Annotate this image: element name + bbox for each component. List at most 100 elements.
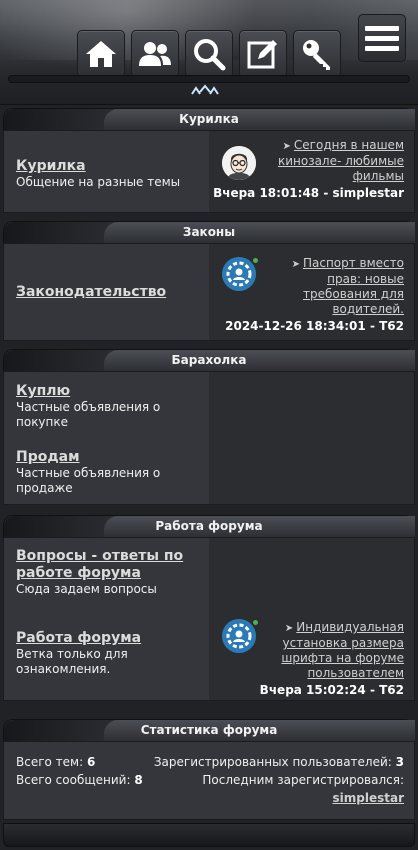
menu-bar: [365, 45, 399, 51]
category-body: Вопросы - ответы по работе форума Сюда з…: [3, 537, 415, 701]
stats-posts-label: Всего сообщений:: [16, 773, 131, 787]
system-avatar-icon: [222, 619, 256, 653]
search-icon: [194, 39, 226, 71]
forum-link[interactable]: Законодательство: [16, 284, 166, 301]
stats-users: Зарегистрированных пользователей: 3: [154, 755, 404, 769]
last-post-topic-link[interactable]: Индивидуальная установка размера шрифта …: [281, 620, 404, 680]
stats-posts: Всего сообщений: 8: [16, 773, 143, 787]
category-header[interactable]: Законы: [3, 221, 415, 243]
forum-description: Общение на разные темы: [16, 175, 181, 189]
forum-link[interactable]: Курилка: [16, 158, 180, 175]
category-title: Законы: [182, 225, 236, 239]
forum-item: Вопросы - ответы по работе форума Сюда з…: [16, 548, 206, 597]
category-title: Барахолка: [171, 353, 247, 367]
last-post-author[interactable]: T62: [379, 683, 404, 697]
forum-link[interactable]: Вопросы - ответы по работе форума: [16, 548, 206, 582]
home-button[interactable]: [77, 30, 125, 78]
category-zakony: Законы Законодательство ➤ Паспорт вместо …: [3, 221, 415, 341]
header-divider-bar: [8, 75, 410, 83]
category-body: Куплю Частные объявления о покупке Прода…: [3, 371, 415, 505]
last-post: ➤ Сегодня в нашем кинозале- любимые фильм…: [213, 138, 404, 201]
last-post-column: [209, 372, 414, 504]
forum-item: Курилка Общение на разные темы: [16, 158, 180, 190]
login-button[interactable]: [293, 30, 341, 78]
forum-description: Сюда задаем вопросы: [16, 582, 157, 596]
last-post-author[interactable]: simplestar: [333, 186, 405, 200]
last-post-topic-link[interactable]: Сегодня в нашем кинозале- любимые фильмы: [278, 138, 404, 183]
users-icon: [139, 42, 171, 66]
category-kurilka: Курилка Курилка Общение на разные темы ➤…: [3, 108, 415, 213]
menu-bar: [365, 35, 399, 41]
last-post-time: Вчера 15:02:24: [259, 683, 366, 697]
stats-title: Статистика форума: [140, 723, 278, 737]
collapse-header-toggle[interactable]: [190, 84, 220, 100]
avatar[interactable]: [222, 146, 256, 180]
forum-link[interactable]: Куплю: [16, 383, 201, 400]
site-header: [0, 0, 418, 105]
stats-header[interactable]: Статистика форума: [3, 719, 415, 741]
stats-users-value: 3: [395, 755, 404, 769]
separator: -: [365, 319, 380, 333]
arrow-right-icon: ➤: [282, 141, 291, 152]
last-post: ➤ Паспорт вместо прав: новые требования д…: [225, 256, 404, 334]
category-title: Курилка: [179, 112, 239, 126]
forum-link[interactable]: Продам: [16, 449, 201, 466]
avatar[interactable]: [222, 619, 256, 653]
forum-item: Законодательство: [16, 284, 166, 301]
stats-last-registered: Последним зарегистрировался:: [202, 773, 404, 787]
category-title: Работа форума: [155, 519, 263, 533]
forum-description: Частные объявления о покупке: [16, 400, 161, 429]
separator: -: [319, 186, 333, 200]
arrow-right-icon: ➤: [284, 623, 294, 634]
stats-users-label: Зарегистрированных пользователей:: [153, 755, 392, 769]
category-baraholka: Барахолка Куплю Частные объявления о пок…: [3, 349, 415, 505]
search-button[interactable]: [185, 30, 233, 78]
last-post-meta: Вчера 15:02:24 - T62: [234, 683, 404, 698]
stats-topics-value: 6: [86, 755, 96, 769]
category-header[interactable]: Курилка: [3, 108, 415, 130]
online-indicator: [252, 257, 259, 264]
collapse-icon: [191, 84, 219, 95]
category-body: Курилка Общение на разные темы ➤ Сегодня …: [3, 130, 415, 213]
footer-bar: [3, 823, 415, 847]
last-post-meta: 2024-12-26 18:34:01 - T62: [199, 319, 404, 334]
stats-topics-label: Всего тем:: [16, 755, 84, 769]
category-rabota-foruma: Работа форума Вопросы - ответы по работе…: [3, 515, 415, 701]
menu-bar: [365, 25, 399, 31]
last-post-time: 2024-12-26 18:34:01: [225, 319, 366, 333]
last-post-meta: Вчера 18:01:48 - simplestar: [194, 186, 404, 201]
edit-icon: [247, 40, 277, 69]
forum-item: Продам Частные объявления о продаже: [16, 449, 201, 496]
stats-posts-value: 8: [134, 773, 143, 787]
category-header[interactable]: Работа форума: [3, 515, 415, 537]
separator: -: [365, 683, 380, 697]
online-indicator: [252, 619, 259, 626]
last-post-author[interactable]: T62: [379, 319, 404, 333]
last-post: ➤ Индивидуальная установка размера шрифта…: [260, 620, 404, 698]
edit-button[interactable]: [239, 30, 287, 78]
category-header[interactable]: Барахолка: [3, 349, 415, 371]
forum-description: Ветка только для ознакомления.: [16, 647, 128, 676]
category-body: Законодательство ➤ Паспорт вместо прав: н…: [3, 243, 415, 341]
arrow-right-icon: ➤: [291, 259, 300, 270]
main-nav: [77, 30, 341, 78]
forum-description: Частные объявления о продаже: [16, 466, 161, 495]
last-post-topic-link[interactable]: Паспорт вместо прав: новые требования дл…: [303, 256, 404, 316]
home-icon: [86, 41, 116, 67]
stats-last-registered-user-wrap: simplestar: [333, 791, 405, 805]
users-button[interactable]: [131, 30, 179, 78]
forum-statistics: Статистика форума Всего тем: 6 Всего соо…: [3, 719, 415, 820]
hamburger-menu-button[interactable]: [358, 14, 406, 62]
key-icon: [303, 40, 330, 70]
forum-item: Куплю Частные объявления о покупке: [16, 383, 201, 430]
user-avatar-icon: [222, 146, 256, 180]
stats-body: Всего тем: 6 Всего сообщений: 8 Зарегист…: [3, 741, 415, 820]
last-post-time: Вчера 18:01:48: [213, 186, 320, 200]
system-avatar-icon: [222, 257, 256, 291]
avatar[interactable]: [222, 257, 256, 291]
forum-item: Работа форума Ветка только для ознакомле…: [16, 630, 206, 677]
last-registered-user-link[interactable]: simplestar: [333, 791, 405, 805]
stats-last-registered-label: Последним зарегистрировался:: [202, 773, 404, 787]
stats-topics: Всего тем: 6: [16, 755, 95, 769]
forum-link[interactable]: Работа форума: [16, 630, 206, 647]
